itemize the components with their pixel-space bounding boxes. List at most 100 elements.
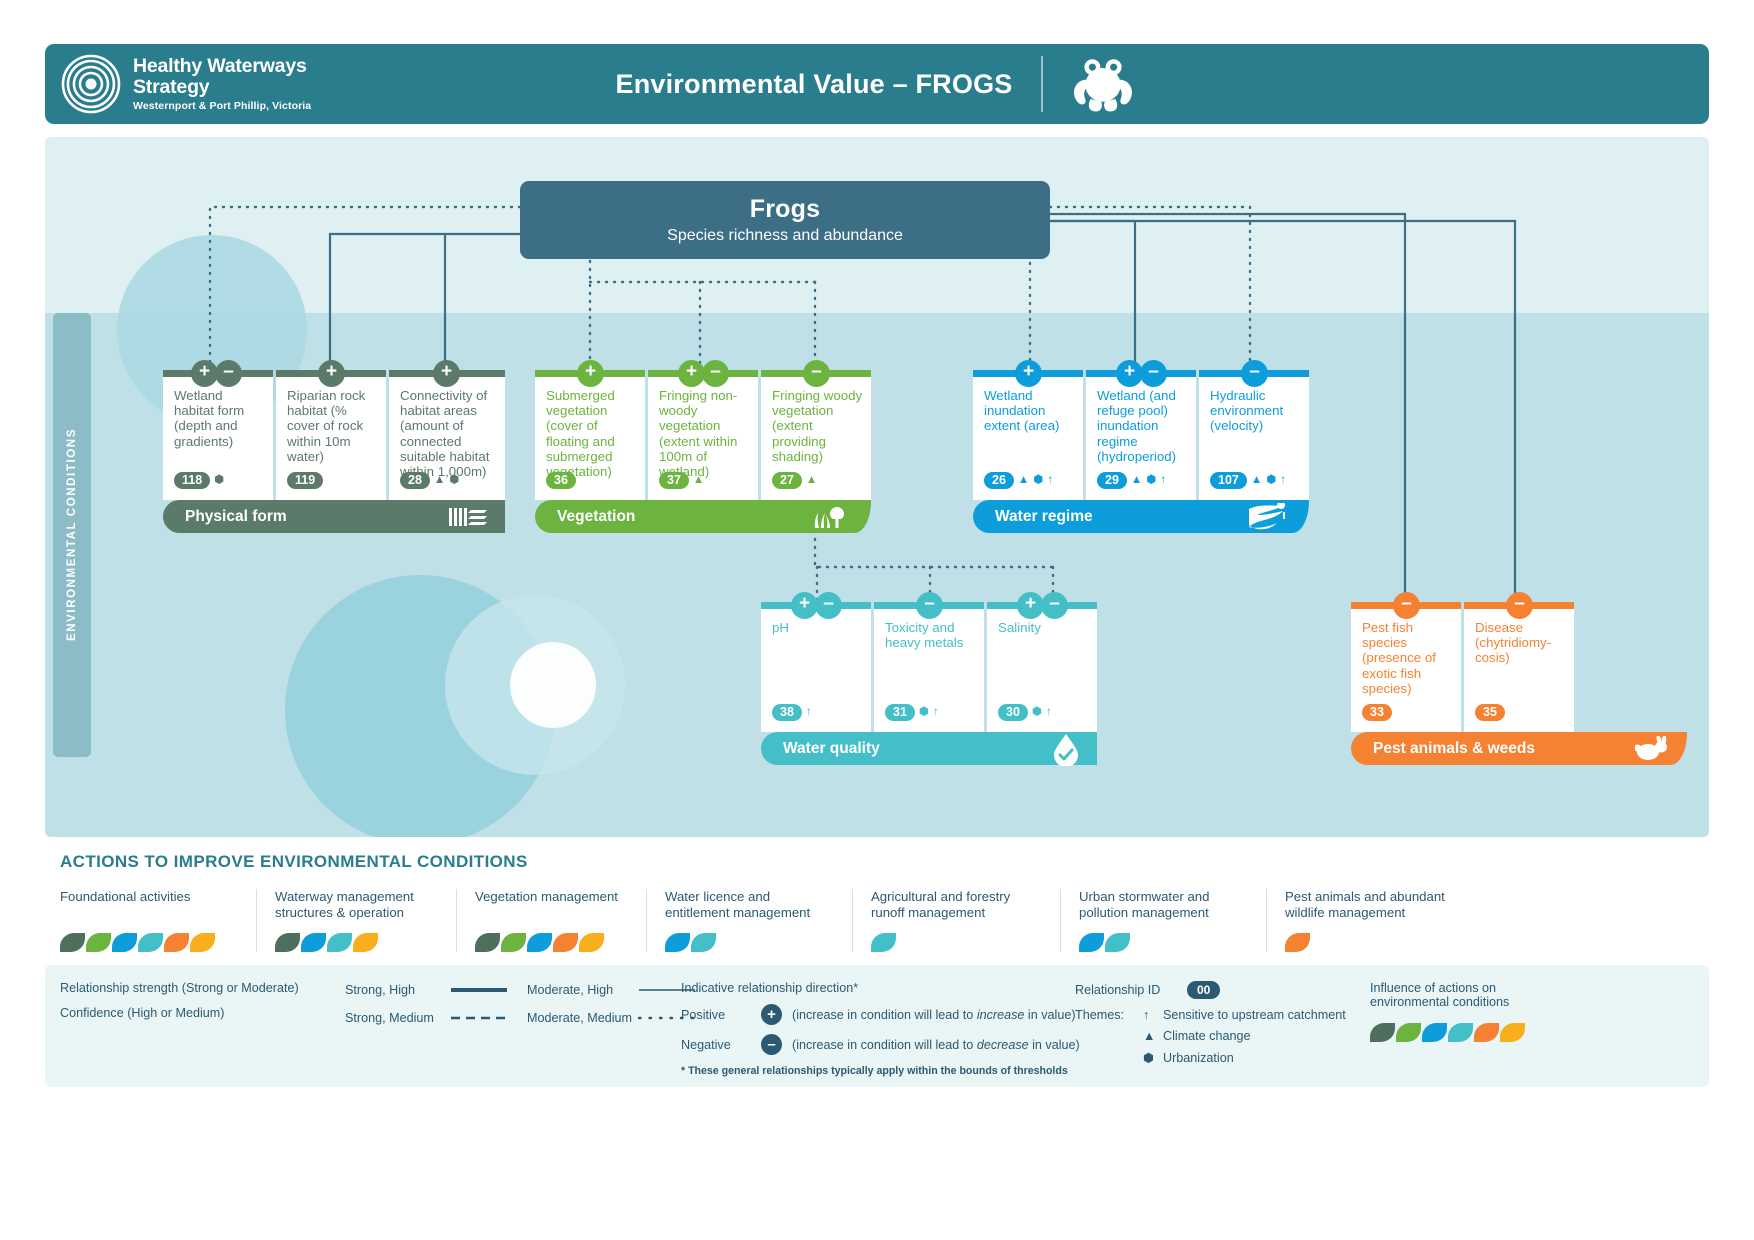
condition-card[interactable]: + Connectivity of habitat areas (amount … — [389, 359, 505, 500]
condition-card[interactable]: – Pest fish species (presence of exotic … — [1351, 591, 1461, 732]
legend-strength-column: Relationship strength (Strong or Moderat… — [60, 981, 299, 1020]
action-label: Pest animals and abundant wildlife manag… — [1285, 889, 1445, 920]
card-badge-row: 35 — [1475, 704, 1505, 721]
card-label: Wetland (and refuge pool) inundation reg… — [1097, 388, 1177, 464]
card-badge-row: 33 — [1362, 704, 1392, 721]
hexagon-icon: ⬢ — [918, 705, 929, 718]
leaf-icon — [1370, 1023, 1395, 1042]
group-banner-physical-form: Physical form — [163, 500, 505, 533]
condition-card[interactable]: + – Wetland (and refuge pool) inundation… — [1086, 359, 1196, 500]
card-label: Connectivity of habitat areas (amount of… — [400, 388, 490, 480]
card-badge-row: 37 ▲ — [659, 472, 704, 489]
condition-card[interactable]: + – Wetland habitat form (depth and grad… — [163, 359, 273, 500]
card-badge-row: 119 — [287, 472, 324, 489]
legend-negative-row: Negative – (increase in condition will l… — [681, 1034, 1080, 1055]
spiral-waterways-logo-icon — [61, 54, 121, 114]
leaf-icon — [301, 933, 326, 952]
actions-legend: ACTIONS TO IMPROVE ENVIRONMENTAL CONDITI… — [45, 852, 1709, 962]
triangle-icon: ▲ — [1143, 1029, 1156, 1043]
up-arrow-icon: ↑ — [1047, 473, 1054, 486]
up-arrow-icon: ↑ — [805, 705, 812, 718]
up-arrow-icon: ↑ — [1160, 473, 1167, 486]
diagram-canvas: ENVIRONMENTAL CONDITIONS Frogs Species r… — [45, 137, 1709, 837]
legend-relationship-id-label: Relationship ID — [1075, 983, 1161, 997]
card-label: Pest fish species (presence of exotic fi… — [1362, 620, 1436, 696]
logo-line-1: Healthy Waterways — [133, 54, 307, 77]
card-badge-row: 107 ▲ ⬢ ↑ — [1210, 472, 1286, 489]
condition-card[interactable]: – Hydraulic environment (velocity) 107 ▲… — [1199, 359, 1309, 500]
legend-line-label: Strong, High — [345, 982, 416, 997]
frog-icon — [1073, 59, 1132, 112]
relationship-id-badge: 118 — [174, 472, 211, 489]
legend-line-sample-solid-thick — [449, 986, 527, 994]
condition-card[interactable]: – Fringing woody vegetation (extent prov… — [761, 359, 871, 500]
card-label: Disease (chytridiomy-cosis) — [1475, 620, 1552, 666]
action-leaves — [475, 933, 632, 952]
group-banner-label: Water regime — [995, 507, 1093, 525]
condition-card[interactable]: – Toxicity and heavy metals 31 ⬢ ↑ — [874, 591, 984, 732]
positive-sign-icon: + — [1017, 591, 1044, 619]
action-column-water-licence[interactable]: Water licence and entitlement management — [646, 889, 852, 952]
negative-sign-icon: – — [1041, 591, 1068, 619]
relationship-id-badge: 33 — [1362, 704, 1392, 721]
legend-themes-label: Themes: — [1075, 1008, 1124, 1022]
page-title: Environmental Value – FROGS — [615, 68, 1013, 99]
legend-theme-label: Climate change — [1163, 1029, 1251, 1043]
desc-part-b: in value) — [1028, 1037, 1080, 1052]
leaf-icon — [1422, 1023, 1447, 1042]
leaf-icon — [275, 933, 300, 952]
leaf-icon — [353, 933, 378, 952]
condition-card[interactable]: + – Fringing non-woody vegetation (exten… — [648, 359, 758, 500]
condition-card[interactable]: + Riparian rock habitat (% cover of rock… — [276, 359, 386, 500]
relationship-id-badge: 36 — [546, 472, 576, 489]
condition-card[interactable]: + Submerged vegetation (cover of floatin… — [535, 359, 645, 500]
legend-line-sample-dashed — [449, 1014, 527, 1022]
condition-card[interactable]: + Wetland inundation extent (area) 26 ▲ … — [973, 359, 1083, 500]
action-column-agricultural-runoff[interactable]: Agricultural and forestry runoff managem… — [852, 889, 1060, 952]
positive-sign-icon: + — [1116, 359, 1143, 387]
action-column-foundational[interactable]: Foundational activities — [60, 889, 256, 952]
relationship-id-badge: 38 — [772, 704, 802, 721]
relationship-id-badge: 30 — [998, 704, 1028, 721]
legend-theme-label: Urbanization — [1163, 1050, 1234, 1065]
card-label: pH — [772, 620, 789, 635]
diagram-legend: Relationship strength (Strong or Moderat… — [45, 965, 1709, 1087]
leaf-icon — [327, 933, 352, 952]
action-column-vegetation-management[interactable]: Vegetation management — [456, 889, 646, 952]
desc-emphasis: decrease — [976, 1037, 1029, 1052]
action-label: Waterway management structures & operati… — [275, 889, 414, 920]
leaf-icon — [1079, 933, 1104, 952]
card-label: Riparian rock habitat (% cover of rock w… — [287, 388, 366, 464]
action-label: Agricultural and forestry runoff managem… — [871, 889, 1011, 920]
legend-influence-column: Influence of actions on environmental co… — [1370, 981, 1526, 1042]
leaf-icon — [164, 933, 189, 952]
card-label: Wetland inundation extent (area) — [984, 388, 1060, 434]
group-banner-water-quality: Water quality — [761, 732, 1097, 766]
triangle-icon: ▲ — [1130, 473, 1143, 486]
action-column-waterway-management[interactable]: Waterway management structures & operati… — [256, 889, 456, 952]
legend-line-label: Moderate, Medium — [527, 1010, 632, 1025]
logo-line-2: Strategy — [133, 75, 210, 98]
action-label: Water licence and entitlement management — [665, 889, 811, 920]
leaf-icon — [86, 933, 111, 952]
action-column-urban-stormwater[interactable]: Urban stormwater and pollution managemen… — [1060, 889, 1266, 952]
relationship-id-badge-sample: 00 — [1187, 981, 1221, 999]
action-label: Foundational activities — [60, 889, 191, 904]
hexagon-icon: ⬢ — [1033, 473, 1044, 486]
card-badge-row: 38 ↑ — [772, 704, 812, 721]
card-badge-row: 26 ▲ ⬢ ↑ — [984, 472, 1053, 489]
legend-relationship-id-row: Relationship ID 00 — [1075, 981, 1346, 999]
leaf-icon — [579, 933, 604, 952]
condition-card[interactable]: + – Salinity 30 ⬢ ↑ — [987, 591, 1097, 732]
condition-card[interactable]: – Disease (chytridiomy-cosis) 35 — [1464, 591, 1574, 732]
card-badge-row: 27 ▲ — [772, 472, 817, 489]
positive-sign-icon: + — [761, 1004, 782, 1025]
legend-line-label: Moderate, High — [527, 982, 614, 997]
header-divider — [1040, 56, 1043, 112]
legend-influence-line-1: Influence of actions on — [1370, 981, 1497, 995]
action-column-pest-animals[interactable]: Pest animals and abundant wildlife manag… — [1266, 889, 1476, 952]
triangle-icon: ▲ — [1017, 473, 1030, 486]
card-badge-row: 28 ▲ ⬢ — [400, 472, 459, 489]
condition-card[interactable]: + – pH 38 ↑ — [761, 591, 871, 732]
relationship-id-badge: 26 — [984, 472, 1014, 489]
